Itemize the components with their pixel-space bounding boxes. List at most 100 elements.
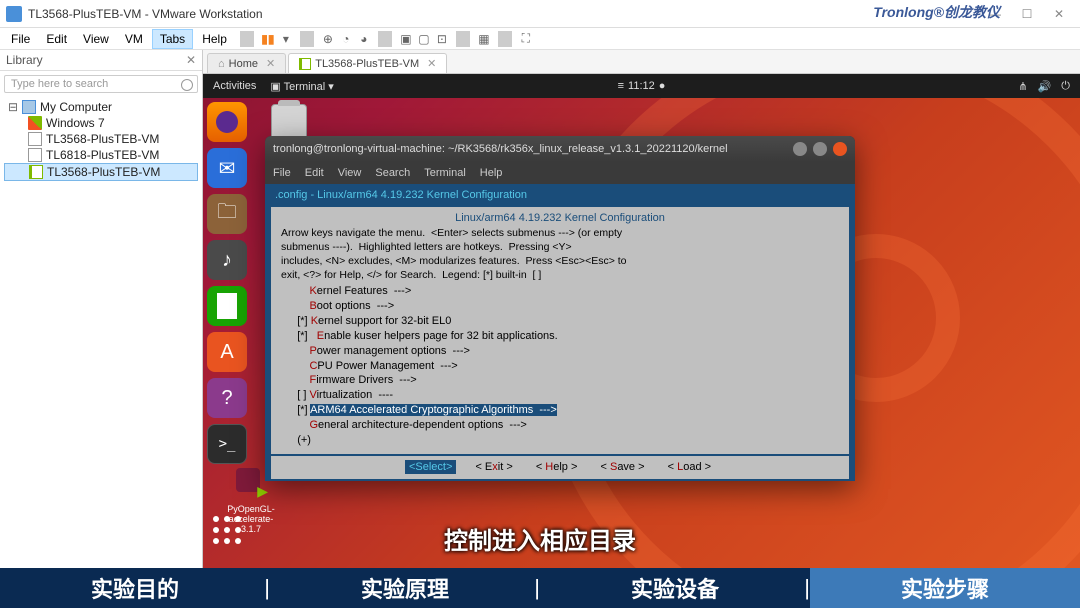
separator — [378, 31, 392, 47]
vm-desktop[interactable]: Activities ▣ Terminal ▾ ≡ 11:12 ● ⋔ 🔊 ⏻ … — [203, 74, 1080, 608]
dropdown-icon[interactable]: ▾ — [278, 31, 294, 47]
sidebar-header: Library ✕ — [0, 50, 202, 71]
snapshot-icon[interactable]: ◔ — [338, 31, 354, 47]
tab-vm[interactable]: TL3568-PlusTEB-VM ✕ — [288, 53, 447, 73]
software-icon[interactable]: A — [207, 332, 247, 372]
term-menu-file[interactable]: File — [273, 167, 291, 179]
menu-item[interactable]: [*] ARM64 Accelerated Cryptographic Algo… — [285, 403, 835, 418]
system-tray[interactable]: ⋔ 🔊 ⏻ — [1018, 80, 1070, 93]
lesson-tab-purpose[interactable]: 实验目的 — [0, 568, 270, 608]
libreoffice-icon[interactable] — [207, 286, 247, 326]
console-icon[interactable]: ⊡ — [434, 31, 450, 47]
menu-vm[interactable]: VM — [118, 30, 150, 48]
menu-item[interactable]: Kernel Features ---> — [285, 284, 835, 299]
lesson-tabs: 实验目的 实验原理 实验设备 实验步骤 — [0, 568, 1080, 608]
help-icon[interactable]: ? — [207, 378, 247, 418]
menu-item[interactable]: [*] Enable kuser helpers page for 32 bit… — [285, 329, 835, 344]
term-menu-terminal[interactable]: Terminal — [424, 167, 466, 179]
tree-item-vm[interactable]: TL6818-PlusTEB-VM — [4, 147, 198, 163]
menu-item[interactable]: Power management options ---> — [285, 344, 835, 359]
separator — [240, 31, 254, 47]
term-menu-search[interactable]: Search — [375, 167, 410, 179]
term-minimize-icon[interactable] — [793, 142, 807, 156]
files-icon[interactable]: 🗀 — [207, 194, 247, 234]
volume-icon[interactable]: 🔊 — [1038, 80, 1052, 93]
fullscreen-icon[interactable]: ▣ — [398, 31, 414, 47]
terminal-body[interactable]: .config - Linux/arm64 4.19.232 Kernel Co… — [265, 184, 855, 481]
lesson-tab-principle[interactable]: 实验原理 — [270, 568, 540, 608]
term-menu-edit[interactable]: Edit — [305, 167, 324, 179]
menu-item[interactable]: General architecture-dependent options -… — [285, 418, 835, 433]
term-maximize-icon[interactable] — [813, 142, 827, 156]
video-subtitle: 控制进入相应目录 — [444, 521, 636, 556]
tab-home[interactable]: ⌂ Home ✕ — [207, 53, 286, 73]
config-menu[interactable]: Kernel Features ---> Boot options ---> [… — [275, 282, 845, 449]
terminal-menu[interactable]: ▣ Terminal ▾ — [270, 80, 333, 93]
term-menu-view[interactable]: View — [338, 167, 362, 179]
term-close-icon[interactable] — [833, 142, 847, 156]
sidebar-title: Library — [6, 53, 43, 67]
term-menu-help[interactable]: Help — [480, 167, 503, 179]
menu-item[interactable]: Firmware Drivers ---> — [285, 373, 835, 388]
lesson-tab-steps[interactable]: 实验步骤 — [810, 568, 1080, 608]
tree-root[interactable]: ⊟ My Computer — [4, 99, 198, 115]
unity-icon[interactable]: ▢ — [416, 31, 432, 47]
tree-item-windows7[interactable]: Windows 7 — [4, 115, 198, 131]
tree-item-label: Windows 7 — [46, 116, 105, 130]
tab-close-icon[interactable]: ✕ — [427, 57, 436, 70]
firefox-icon[interactable] — [207, 102, 247, 142]
send-ctrl-alt-del-icon[interactable]: ⊕ — [320, 31, 336, 47]
twisty-icon[interactable]: ⊟ — [8, 100, 18, 114]
config-path: .config - Linux/arm64 4.19.232 Kernel Co… — [271, 186, 849, 205]
windows-icon — [28, 116, 42, 130]
thunderbird-icon[interactable]: ✉ — [207, 148, 247, 188]
library-sidebar: Library ✕ Type here to search ⊟ My Compu… — [0, 50, 203, 608]
menu-file[interactable]: File — [4, 30, 37, 48]
terminal-titlebar[interactable]: tronlong@tronlong-virtual-machine: ~/RK3… — [265, 136, 855, 162]
sidebar-close-icon[interactable]: ✕ — [186, 53, 196, 67]
activities-button[interactable]: Activities — [213, 80, 256, 92]
rhythmbox-icon[interactable]: ♪ — [207, 240, 247, 280]
search-input[interactable]: Type here to search — [4, 75, 198, 93]
load-button[interactable]: < Load > — [664, 460, 715, 474]
tree-item-vm-active[interactable]: TL3568-PlusTEB-VM — [4, 163, 198, 181]
menu-item[interactable]: CPU Power Management ---> — [285, 359, 835, 374]
window-title: TL3568-PlusTEB-VM - VMware Workstation — [28, 7, 263, 21]
separator — [456, 31, 470, 47]
exit-button[interactable]: < Exit > — [471, 460, 516, 474]
separator — [498, 31, 512, 47]
library-icon[interactable]: ▦ — [476, 31, 492, 47]
terminal-icon[interactable] — [207, 424, 247, 464]
tab-close-icon[interactable]: ✕ — [266, 57, 275, 70]
menu-help[interactable]: Help — [195, 30, 234, 48]
power-icon[interactable]: ⏻ — [1061, 80, 1070, 93]
menu-view[interactable]: View — [76, 30, 116, 48]
network-icon[interactable]: ⋔ — [1018, 80, 1027, 93]
tree-root-label: My Computer — [40, 100, 112, 114]
tree-item-label: TL6818-PlusTEB-VM — [46, 148, 159, 162]
help-button[interactable]: < Help > — [532, 460, 582, 474]
pause-icon[interactable]: ▮▮ — [260, 31, 276, 47]
lesson-tab-equipment[interactable]: 实验设备 — [540, 568, 810, 608]
terminal-title: tronlong@tronlong-virtual-machine: ~/RK3… — [273, 143, 728, 155]
close-button[interactable]: ✕ — [1044, 7, 1074, 21]
stretch-icon[interactable]: ⛶ — [518, 31, 534, 47]
tab-bar: ⌂ Home ✕ TL3568-PlusTEB-VM ✕ — [203, 50, 1080, 74]
maximize-button[interactable]: ☐ — [1012, 7, 1042, 21]
home-icon: ⌂ — [218, 58, 225, 70]
terminal-window[interactable]: tronlong@tronlong-virtual-machine: ~/RK3… — [265, 136, 855, 481]
clock[interactable]: ≡ 11:12 ● — [618, 80, 666, 92]
tree-item-vm[interactable]: TL3568-PlusTEB-VM — [4, 131, 198, 147]
vmware-icon — [6, 6, 22, 22]
save-button[interactable]: < Save > — [596, 460, 648, 474]
config-help: Arrow keys navigate the menu. <Enter> se… — [275, 226, 845, 283]
menu-item[interactable]: [*] Kernel support for 32-bit EL0 — [285, 314, 835, 329]
select-button[interactable]: <Select> — [405, 460, 456, 474]
watermark: Tronlong®创龙教仪 — [873, 2, 1000, 22]
menu-tabs[interactable]: Tabs — [152, 29, 193, 49]
snapshot-manager-icon[interactable]: ◕ — [356, 31, 372, 47]
menu-item[interactable]: Boot options ---> — [285, 299, 835, 314]
menu-item[interactable]: (+) — [285, 433, 835, 448]
menu-item[interactable]: [ ] Virtualization ---- — [285, 388, 835, 403]
menu-edit[interactable]: Edit — [39, 30, 74, 48]
